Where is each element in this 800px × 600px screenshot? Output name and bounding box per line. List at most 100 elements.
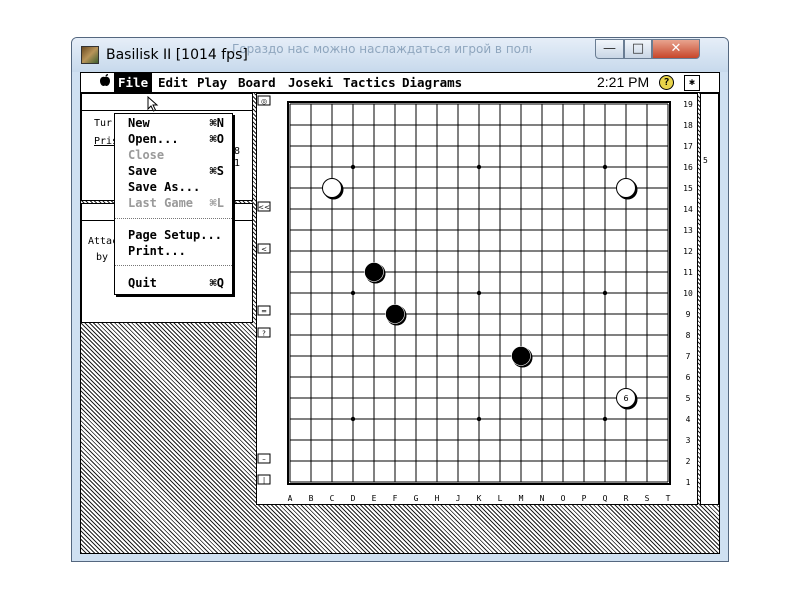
info-window-title-bar[interactable] [82,94,252,111]
row-label: 2 [686,457,691,466]
menu-diagrams[interactable]: Diagrams [398,73,466,92]
row-label: 3 [686,436,691,445]
menu-item-close: Close [128,148,165,162]
file-menu-dropdown[interactable]: New ⌘N Open... ⌘O Close Save ⌘S Save As... … [114,113,233,295]
nav-button-label: | [263,477,265,485]
menu-item-quit[interactable]: Quit ⌘Q [128,275,228,291]
star-point [476,416,482,422]
move-number-label: 6 [623,394,628,403]
star-point [602,290,608,296]
menu-board[interactable]: Board [234,73,280,92]
row-label: 15 [683,184,693,193]
title-bar[interactable]: Гораздо нас можно наслаждаться игрой в п… [72,38,728,72]
info-value-2: 1 [234,158,241,169]
mac-screen: File Edit Play Board Joseki Tactics Diag… [80,72,720,554]
nav-button-label: ? [262,330,266,338]
apple-icon [100,74,110,86]
star-point [350,290,356,296]
info-turn-text: Tur [94,118,113,129]
menu-joseki[interactable]: Joseki [284,73,337,92]
minimize-icon: — [603,41,616,56]
maximize-icon: □ [631,41,645,56]
column-label: J [456,494,461,503]
side-window[interactable]: 5 [700,93,719,505]
background-text: Гораздо нас можно наслаждаться игрой в п… [232,42,532,56]
row-label: 10 [683,289,693,298]
row-label: 17 [683,142,693,151]
row-label: 4 [686,415,691,424]
menu-item-page-setup[interactable]: Page Setup... [128,227,228,243]
black-stone[interactable] [364,262,384,282]
black-stone[interactable] [511,346,531,366]
row-label: 8 [686,331,691,340]
column-label: A [288,494,293,503]
column-label: S [645,494,650,503]
maximize-button[interactable]: □ [624,39,652,59]
nav-button-label: << [258,204,270,212]
column-label: L [498,494,503,503]
row-label: 18 [683,121,693,130]
clock[interactable]: 2:21 PM [597,73,649,92]
nav-button-label: = [261,308,267,316]
nav-button-label: ◎ [261,98,267,106]
star-point [602,164,608,170]
menu-item-new[interactable]: New ⌘N [128,115,228,131]
mouse-cursor-icon [147,96,159,112]
apple-menu[interactable] [95,73,115,92]
star-point [602,416,608,422]
menu-bar: File Edit Play Board Joseki Tactics Diag… [81,73,719,93]
menu-item-open[interactable]: Open... ⌘O [128,131,228,147]
board-window[interactable]: A B C D E F G H J K L M N O P Q R S T 19 18 17 16 15 14 13 12 11 10 9… [256,93,698,505]
menu-tactics[interactable]: Tactics [339,73,400,92]
row-label: 11 [683,268,693,277]
menu-item-print[interactable]: Print... [128,243,228,259]
column-label: P [582,494,587,503]
menu-play[interactable]: Play [193,73,231,92]
row-label: 16 [683,163,693,172]
row-label: 7 [686,352,691,361]
row-label: 13 [683,226,693,235]
row-label: 19 [683,100,693,109]
white-stone[interactable] [616,178,636,198]
star-point [476,290,482,296]
column-label: G [414,494,419,503]
minimize-button[interactable]: — [595,39,624,59]
emulator-window: Гораздо нас можно наслаждаться игрой в п… [71,37,729,562]
column-label: H [435,494,440,503]
menu-item-save[interactable]: Save ⌘S [128,163,228,179]
column-label: F [393,494,398,503]
menu-separator [115,218,232,219]
column-label: N [540,494,545,503]
go-board[interactable]: A B C D E F G H J K L M N O P Q R S T191817161514131211109… [257,94,697,504]
star-point [350,164,356,170]
close-button[interactable]: ✕ [652,39,700,59]
help-icon[interactable]: ? [659,75,674,90]
black-stone[interactable] [385,304,405,324]
column-label: Q [603,494,608,503]
column-label: B [309,494,314,503]
star-point [476,164,482,170]
column-label: T [666,494,671,503]
close-icon: ✕ [670,41,682,56]
menu-item-last-game: Last Game ⌘L [128,196,224,210]
desktop: Tur Pris 8 1 Attac by u ABCDEFGHJKLMNOPQ… [81,93,719,553]
menu-item-save-as[interactable]: Save As... [128,179,228,195]
menu-separator [115,265,232,266]
star-point [350,416,356,422]
column-label: O [561,494,566,503]
row-label: 12 [683,247,693,256]
menu-file[interactable]: File [114,73,153,92]
row-label: 6 [686,373,691,382]
column-label: E [372,494,377,503]
column-label: K [477,494,482,503]
white-stone[interactable] [322,178,342,198]
app-icon[interactable] [81,46,99,64]
application-menu-icon[interactable]: ✱ [684,75,700,91]
side-fragment: 5 [703,156,708,165]
menu-edit[interactable]: Edit [154,73,192,92]
info-value-1: 8 [234,146,241,157]
row-label: 1 [686,478,691,487]
column-label: C [330,494,335,503]
nav-button-label: < [261,246,267,254]
row-label: 5 [686,394,691,403]
